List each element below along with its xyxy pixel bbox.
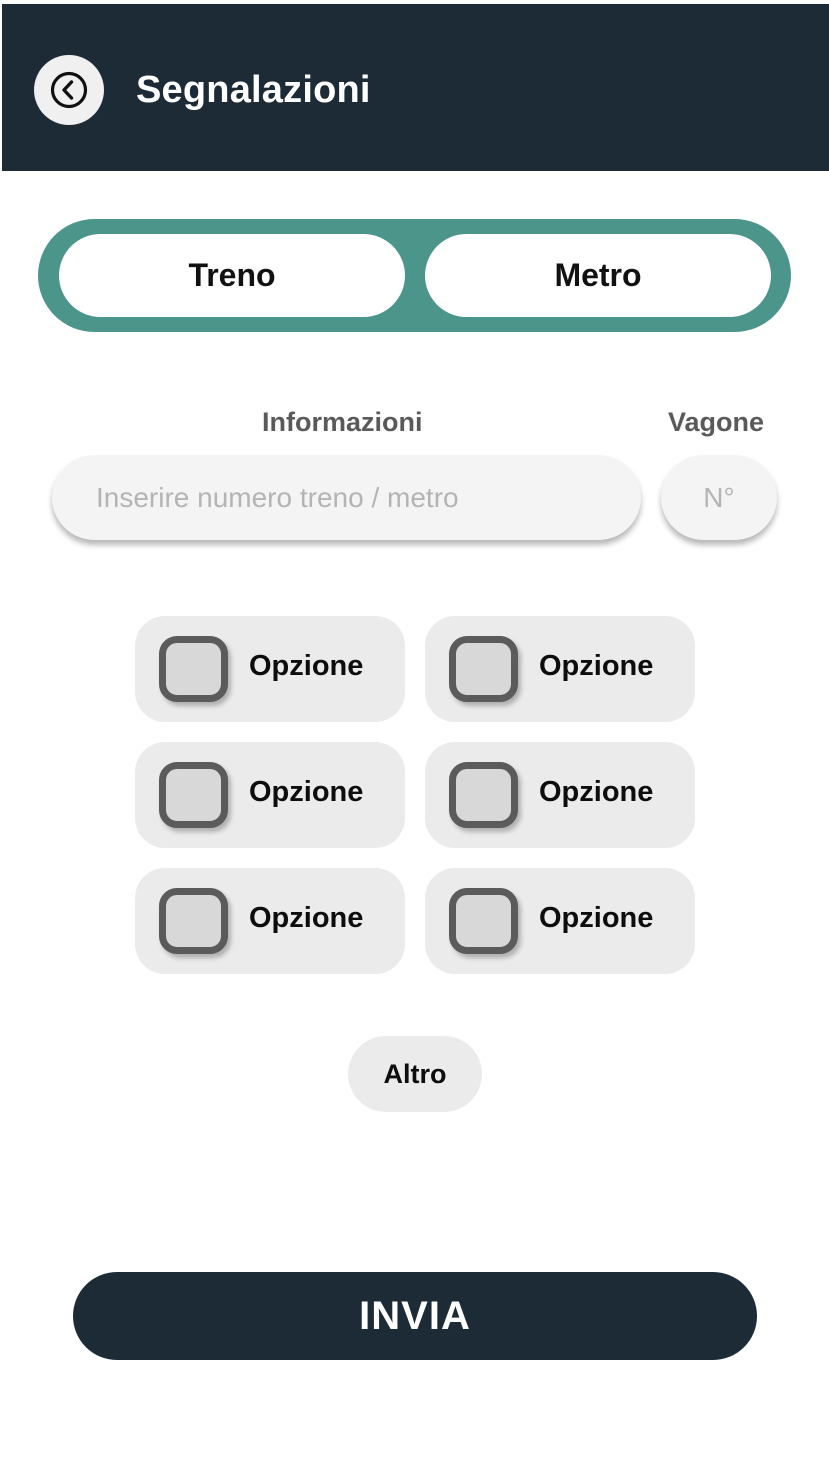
transport-type-toggle: Treno Metro [38, 219, 791, 332]
checkbox-box[interactable] [159, 762, 228, 828]
option-checkbox-1[interactable]: Opzione [135, 616, 405, 722]
option-label: Opzione [539, 902, 654, 934]
option-label: Opzione [249, 650, 364, 682]
chevron-left-circle-icon [50, 71, 88, 109]
option-checkbox-5[interactable]: Opzione [135, 868, 405, 974]
checkbox-box[interactable] [449, 762, 518, 828]
wagon-number-input[interactable] [661, 455, 777, 540]
option-label: Opzione [539, 776, 654, 808]
option-label: Opzione [539, 650, 654, 682]
submit-button[interactable]: INVIA [73, 1272, 757, 1360]
option-checkbox-3[interactable]: Opzione [135, 742, 405, 848]
back-button[interactable] [34, 55, 104, 125]
option-label: Opzione [249, 902, 364, 934]
checkbox-box[interactable] [449, 888, 518, 954]
vagone-label: Vagone [668, 407, 765, 437]
train-number-input[interactable] [52, 455, 641, 540]
app-header: Segnalazioni [2, 4, 829, 171]
checkbox-box[interactable] [159, 888, 228, 954]
tab-treno[interactable]: Treno [59, 234, 405, 317]
option-checkbox-4[interactable]: Opzione [425, 742, 695, 848]
info-label: Informazioni [262, 407, 423, 437]
report-screen: Segnalazioni Treno Metro Informazioni Va… [0, 0, 829, 1476]
checkbox-box[interactable] [159, 636, 228, 702]
tab-metro[interactable]: Metro [425, 234, 771, 317]
option-checkbox-6[interactable]: Opzione [425, 868, 695, 974]
page-title: Segnalazioni [136, 69, 371, 111]
option-label: Opzione [249, 776, 364, 808]
altro-button[interactable]: Altro [348, 1036, 482, 1112]
checkbox-box[interactable] [449, 636, 518, 702]
option-checkbox-2[interactable]: Opzione [425, 616, 695, 722]
